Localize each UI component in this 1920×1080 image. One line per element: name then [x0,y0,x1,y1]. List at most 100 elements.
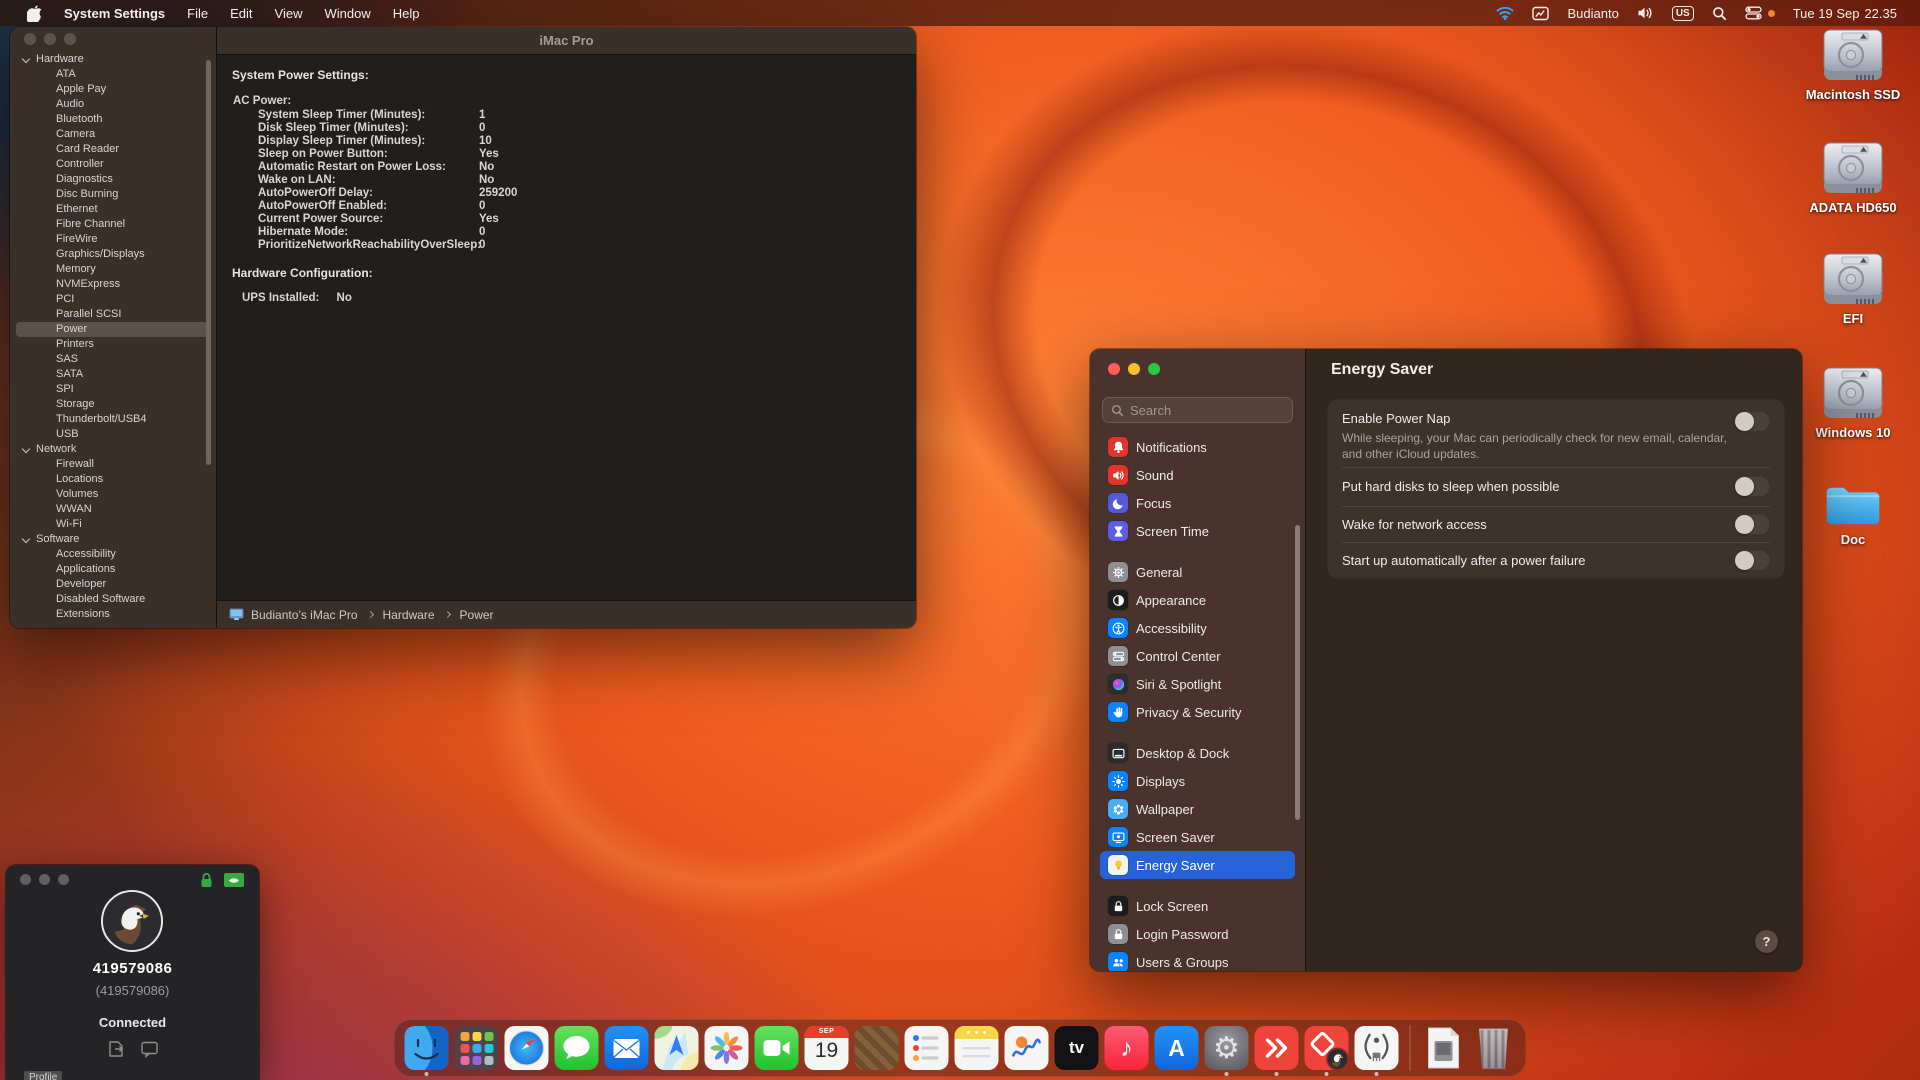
dock-waveform-app-icon[interactable] [1004,1019,1050,1077]
sysinfo-sidebar-item[interactable]: WWAN [16,502,210,517]
desktop-icon-macintosh-ssd[interactable]: Macintosh SSD [1795,28,1911,102]
wake-network-toggle[interactable] [1734,514,1770,535]
sidebar-item-accessibility[interactable]: Accessibility [1100,614,1295,642]
sidebar-item-sound[interactable]: Sound [1100,461,1295,489]
chat-icon[interactable] [140,1040,159,1058]
minimize-button[interactable] [1128,363,1140,375]
sysinfo-sidebar-item[interactable]: Camera [16,127,210,142]
sysinfo-sidebar-item[interactable]: USB [16,427,210,442]
desktop-icon-windows-10[interactable]: Windows 10 [1795,366,1911,440]
close-button[interactable] [24,33,36,45]
sidebar-item-wallpaper[interactable]: Wallpaper [1100,795,1295,823]
sysinfo-sidebar-item[interactable]: Locations [16,472,210,487]
sysinfo-sidebar-scrollbar[interactable] [206,60,211,465]
menu-username[interactable]: Budianto [1558,0,1627,26]
minimize-button[interactable] [39,874,50,885]
menu-edit[interactable]: Edit [219,0,263,26]
sysinfo-sidebar-item[interactable]: Audio [16,97,210,112]
sidebar-item-displays[interactable]: Displays [1100,767,1295,795]
dock-music-icon[interactable]: ♪ [1104,1019,1150,1077]
dock-finder-icon[interactable] [404,1019,450,1077]
sidebar-item-login-password[interactable]: Login Password [1100,920,1295,948]
menu-app-name[interactable]: System Settings [53,0,176,26]
dock-safari-icon[interactable] [504,1019,550,1077]
profile-tab[interactable]: Profile [24,1071,62,1080]
sysinfo-sidebar-item[interactable]: Volumes [16,487,210,502]
sysinfo-sidebar-item[interactable]: Card Reader [16,142,210,157]
sidebar-item-control-center[interactable]: Control Center [1100,642,1295,670]
sidebar-item-desktop-dock[interactable]: Desktop & Dock [1100,739,1295,767]
sysinfo-sidebar-item[interactable]: SATA [16,367,210,382]
desktop-icon-efi[interactable]: EFI [1795,252,1911,326]
menu-help[interactable]: Help [382,0,431,26]
sysinfo-window-controls[interactable] [24,33,76,45]
sidebar-item-screen-time[interactable]: Screen Time [1100,517,1295,545]
sysinfo-sidebar-item[interactable]: Extensions [16,607,210,622]
keyboard-viewer-icon[interactable] [1523,0,1558,26]
dock-anydesk-icon[interactable] [1254,1019,1300,1077]
auto-startup-toggle[interactable] [1734,550,1770,571]
sysinfo-sidebar-item[interactable]: Parallel SCSI [16,307,210,322]
sysinfo-sidebar-item[interactable]: Disc Burning [16,187,210,202]
help-button[interactable]: ? [1755,930,1778,953]
dock-tv-icon[interactable]: tv [1054,1019,1100,1077]
sysinfo-sidebar-item[interactable]: Storage [16,397,210,412]
desktop-icon-adata-hd650[interactable]: ADATA HD650 [1795,141,1911,215]
file-transfer-icon[interactable] [107,1040,126,1058]
control-center-menu-icon[interactable] [1736,0,1784,26]
dock-notes-icon[interactable] [954,1019,1000,1077]
zoom-button[interactable] [64,33,76,45]
sidebar-item-appearance[interactable]: Appearance [1100,586,1295,614]
sysinfo-sidebar-item[interactable]: Developer [16,577,210,592]
sidebar-item-lock-screen[interactable]: Lock Screen [1100,892,1295,920]
sysinfo-sidebar-item[interactable]: Accessibility [16,547,210,562]
sysinfo-sidebar-item[interactable]: Bluetooth [16,112,210,127]
sysinfo-sidebar-item[interactable]: Fibre Channel [16,217,210,232]
anydesk-window-controls[interactable] [20,874,69,885]
input-source-menu[interactable]: US [1663,0,1703,26]
menu-file[interactable]: File [176,0,219,26]
sysinfo-sidebar-item[interactable]: Wi-Fi [16,517,210,532]
close-button[interactable] [1108,363,1120,375]
sysinfo-sidebar-item[interactable]: Firewall [16,457,210,472]
spotlight-menu-icon[interactable] [1703,0,1736,26]
desktop-icon-doc-folder[interactable]: Doc [1795,482,1911,547]
dock-anydesk-session-icon[interactable] [1304,1019,1350,1077]
sysinfo-sidebar-item[interactable]: NVMExpress [16,277,210,292]
sysinfo-sidebar-item[interactable]: FireWire [16,232,210,247]
sysinfo-sidebar-item[interactable]: Memory [16,262,210,277]
menu-clock[interactable]: Tue 19 Sep 22.35 [1784,0,1906,26]
sidebar-item-notifications[interactable]: Notifications [1100,433,1295,461]
sysinfo-sidebar-item[interactable]: Graphics/Displays [16,247,210,262]
sidebar-item-general[interactable]: General [1100,558,1295,586]
dock-basket-app-icon[interactable] [854,1019,900,1077]
apple-menu[interactable] [16,0,53,26]
zoom-button[interactable] [1148,363,1160,375]
sysinfo-sidebar-item[interactable]: Ethernet [16,202,210,217]
sysinfo-sidebar-item[interactable]: Diagnostics [16,172,210,187]
sysinfo-sidebar-item[interactable]: PCI [16,292,210,307]
dock-document-icon[interactable] [1421,1019,1467,1077]
minimize-button[interactable] [44,33,56,45]
sysinfo-section-network[interactable]: Network [10,442,216,457]
dock-maps-icon[interactable] [654,1019,700,1077]
settings-sidebar-scrollbar[interactable] [1295,525,1300,820]
dock-mail-icon[interactable] [604,1019,650,1077]
power-nap-toggle[interactable] [1734,411,1770,432]
sysinfo-sidebar-item[interactable]: ATA [16,67,210,82]
dock-trash-icon[interactable] [1471,1019,1517,1077]
dock-system-settings-icon[interactable]: ⚙ [1204,1019,1250,1077]
dock-messages-icon[interactable] [554,1019,600,1077]
sysinfo-section-hardware[interactable]: Hardware [10,52,216,67]
remote-screen-icon[interactable] [223,872,245,888]
sysinfo-section-software[interactable]: Software [10,532,216,547]
sysinfo-sidebar-item[interactable]: Power [16,322,210,337]
zoom-button[interactable] [58,874,69,885]
sysinfo-sidebar-item[interactable]: Printers [16,337,210,352]
sidebar-item-focus[interactable]: Focus [1100,489,1295,517]
sidebar-item-energy-saver[interactable]: Energy Saver [1100,851,1295,879]
sysinfo-sidebar-item[interactable]: Controller [16,157,210,172]
dock-calendar-icon[interactable]: SEP 19 [804,1019,850,1077]
sysinfo-sidebar-item[interactable]: Applications [16,562,210,577]
dock-reminders-icon[interactable] [904,1019,950,1077]
